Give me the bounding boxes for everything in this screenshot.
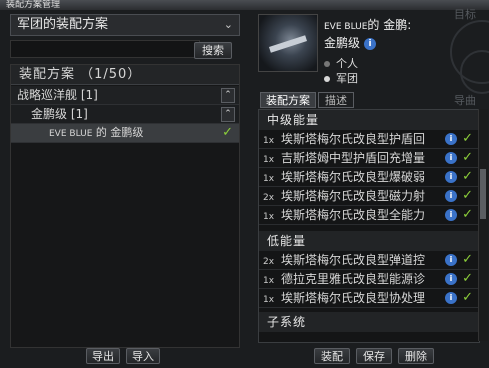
radio-personal[interactable]: 个人	[324, 55, 358, 71]
module-row[interactable]: 1x 埃斯塔梅尔氏改良型爆破弱 i ✓	[259, 168, 479, 187]
info-icon[interactable]: i	[445, 190, 457, 202]
checkmark-icon: ✓	[462, 169, 473, 184]
checkmark-icon: ✓	[462, 252, 473, 267]
tree-header: 装配方案 （1/50）	[11, 65, 239, 85]
module-list-scrollbar[interactable]	[478, 109, 488, 341]
import-button[interactable]: 导入	[126, 348, 160, 364]
radio-corp[interactable]: 军团	[324, 70, 358, 86]
fit-button[interactable]: 装配	[314, 348, 350, 364]
module-row[interactable]: 1x 埃斯塔梅尔氏改良型协处理 i ✓	[259, 289, 479, 308]
bg-label-warp: 导曲	[454, 94, 476, 107]
chevron-down-icon: ⌄	[223, 18, 233, 31]
fitting-list-pane: 军团的装配方案 ⌄ 搜索 装配方案 （1/50） 战略巡洋舰 [1] ⌃ 金鹏级…	[10, 14, 240, 354]
checkmark-icon: ✓	[462, 188, 473, 203]
module-row[interactable]: 1x 吉斯塔姆中型护盾回充增量 i ✓	[259, 149, 479, 168]
ship-image	[258, 14, 318, 72]
checkmark-icon: ✓	[222, 125, 233, 140]
collapse-icon[interactable]: ⌃	[221, 88, 235, 103]
section-low-slots: 低能量	[259, 231, 479, 251]
tree-item-prefix: EVE BLUE	[49, 129, 93, 139]
tree-group-strategic-cruiser[interactable]: 战略巡洋舰 [1] ⌃	[11, 86, 239, 105]
module-row[interactable]: 1x 德拉克里雅氏改良型能源诊 i ✓	[259, 270, 479, 289]
module-list: 中级能量 1x 埃斯塔梅尔氏改良型护盾回 i ✓ 1x 吉斯塔姆中型护盾回充增量 i ✓…	[258, 109, 480, 343]
info-icon[interactable]: i	[445, 133, 457, 145]
ship-class: 金鹏级 i	[324, 34, 377, 51]
info-icon[interactable]: i	[445, 254, 457, 266]
checkmark-icon: ✓	[462, 150, 473, 165]
info-icon[interactable]: i	[445, 292, 457, 304]
background-overlay: 目标 导曲	[420, 0, 489, 110]
search-input[interactable]	[10, 40, 200, 58]
module-row[interactable]: 2x 埃斯塔梅尔氏改良型磁力射 i ✓	[259, 187, 479, 206]
checkmark-icon: ✓	[462, 131, 473, 146]
radio-dot-icon	[324, 61, 330, 67]
tab-description[interactable]: 描述	[318, 92, 354, 108]
module-row[interactable]: 2x 埃斯塔梅尔氏改良型弹道控 i ✓	[259, 251, 479, 270]
collapse-icon[interactable]: ⌃	[221, 107, 235, 122]
search-button[interactable]: 搜索	[194, 42, 232, 59]
section-mid-slots: 中级能量	[259, 110, 479, 130]
scrollbar-thumb[interactable]	[480, 169, 486, 219]
fitting-owner-dropdown[interactable]: 军团的装配方案 ⌄	[10, 14, 240, 36]
tab-fitting[interactable]: 装配方案	[260, 92, 316, 108]
info-icon[interactable]: i	[445, 273, 457, 285]
dropdown-value: 军团的装配方案	[17, 17, 109, 32]
module-row[interactable]: 1x 埃斯塔梅尔氏改良型护盾回 i ✓	[259, 130, 479, 149]
info-icon[interactable]: i	[445, 171, 457, 183]
radio-dot-icon	[324, 76, 330, 82]
window-title: 装配方案管理	[0, 0, 489, 10]
tree-label: 金鹏级 [1]	[31, 107, 88, 121]
info-icon[interactable]: i	[445, 152, 457, 164]
bg-label-target: 目标	[454, 8, 476, 21]
tree-label: 的 金鹏级	[95, 126, 144, 139]
fitting-tree: 装配方案 （1/50） 战略巡洋舰 [1] ⌃ 金鹏级 [1] ⌃ EVE BL…	[10, 64, 240, 348]
checkmark-icon: ✓	[462, 290, 473, 305]
save-button[interactable]: 保存	[356, 348, 392, 364]
checkmark-icon: ✓	[462, 207, 473, 222]
info-icon[interactable]: i	[364, 37, 377, 50]
info-icon[interactable]: i	[445, 209, 457, 221]
section-subsystems: 子系统	[259, 312, 479, 332]
tree-label: 战略巡洋舰 [1]	[17, 88, 98, 102]
delete-button[interactable]: 删除	[398, 348, 434, 364]
export-button[interactable]: 导出	[86, 348, 120, 364]
module-row[interactable]: 1x 埃斯塔梅尔氏改良型全能力 i ✓	[259, 206, 479, 225]
tree-item-fitting[interactable]: EVE BLUE 的 金鹏级 ✓	[11, 124, 239, 143]
tree-group-ship-type[interactable]: 金鹏级 [1] ⌃	[11, 105, 239, 124]
checkmark-icon: ✓	[462, 271, 473, 286]
ship-name: EVE BLUE的 金鹏:	[324, 18, 412, 32]
